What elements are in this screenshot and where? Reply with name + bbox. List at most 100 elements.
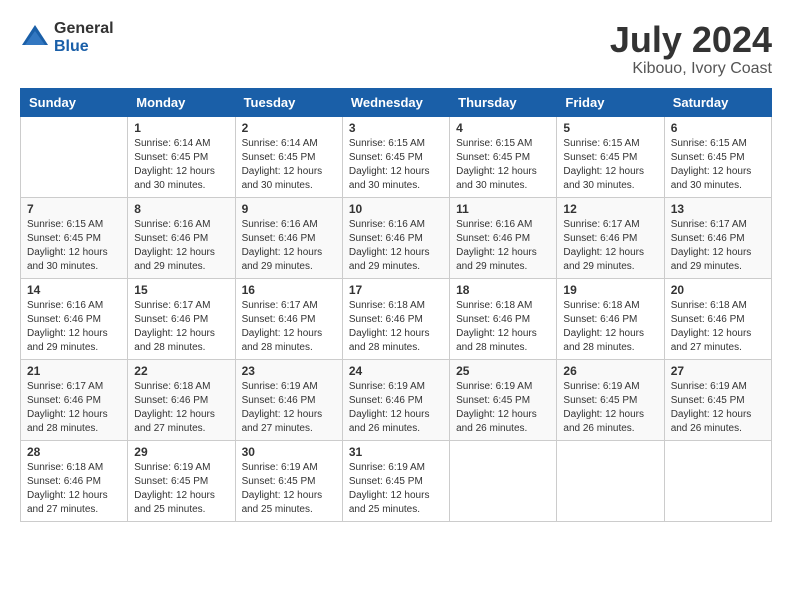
calendar-week-row: 14 Sunrise: 6:16 AM Sunset: 6:46 PM Dayli…	[21, 278, 772, 359]
day-info: Sunrise: 6:19 AM Sunset: 6:45 PM Dayligh…	[563, 380, 657, 436]
day-number: 28	[27, 445, 121, 459]
table-row: 31 Sunrise: 6:19 AM Sunset: 6:45 PM Dayli…	[342, 440, 449, 521]
day-info: Sunrise: 6:17 AM Sunset: 6:46 PM Dayligh…	[134, 299, 228, 355]
day-number: 31	[349, 445, 443, 459]
day-number: 24	[349, 364, 443, 378]
day-number: 19	[563, 283, 657, 297]
day-info: Sunrise: 6:16 AM Sunset: 6:46 PM Dayligh…	[134, 218, 228, 274]
page-header: General Blue July 2024 Kibouo, Ivory Coa…	[20, 20, 772, 78]
day-info: Sunrise: 6:16 AM Sunset: 6:46 PM Dayligh…	[242, 218, 336, 274]
day-number: 1	[134, 121, 228, 135]
table-row: 7Sunrise: 6:15 AM Sunset: 6:45 PM Daylig…	[21, 197, 128, 278]
table-row: 19 Sunrise: 6:18 AM Sunset: 6:46 PM Dayli…	[557, 278, 664, 359]
table-row	[557, 440, 664, 521]
day-info: Sunrise: 6:17 AM Sunset: 6:46 PM Dayligh…	[671, 218, 765, 274]
col-sunday: Sunday	[21, 88, 128, 116]
day-number: 22	[134, 364, 228, 378]
table-row: 4Sunrise: 6:15 AM Sunset: 6:45 PM Daylig…	[450, 116, 557, 197]
table-row: 18 Sunrise: 6:18 AM Sunset: 6:46 PM Dayli…	[450, 278, 557, 359]
day-number: 12	[563, 202, 657, 216]
day-info: Sunrise: 6:16 AM Sunset: 6:46 PM Dayligh…	[349, 218, 443, 274]
day-number: 8	[134, 202, 228, 216]
table-row: 6 Sunrise: 6:15 AM Sunset: 6:45 PM Daylig…	[664, 116, 771, 197]
logo-blue-text: Blue	[54, 38, 114, 56]
table-row: 11 Sunrise: 6:16 AM Sunset: 6:46 PM Dayli…	[450, 197, 557, 278]
table-row	[21, 116, 128, 197]
table-row: 21Sunrise: 6:17 AM Sunset: 6:46 PM Dayli…	[21, 359, 128, 440]
day-number: 25	[456, 364, 550, 378]
title-section: July 2024 Kibouo, Ivory Coast	[610, 20, 772, 78]
col-saturday: Saturday	[664, 88, 771, 116]
day-number: 16	[242, 283, 336, 297]
day-info: Sunrise: 6:17 AM Sunset: 6:46 PM Dayligh…	[242, 299, 336, 355]
table-row: 24 Sunrise: 6:19 AM Sunset: 6:46 PM Dayli…	[342, 359, 449, 440]
table-row: 28 Sunrise: 6:18 AM Sunset: 6:46 PM Dayli…	[21, 440, 128, 521]
day-info: Sunrise: 6:15 AM Sunset: 6:45 PM Dayligh…	[563, 137, 657, 193]
day-number: 13	[671, 202, 765, 216]
day-info: Sunrise: 6:19 AM Sunset: 6:46 PM Dayligh…	[242, 380, 336, 436]
day-number: 17	[349, 283, 443, 297]
day-info: Sunrise: 6:19 AM Sunset: 6:45 PM Dayligh…	[671, 380, 765, 436]
day-number: 3	[349, 121, 443, 135]
col-wednesday: Wednesday	[342, 88, 449, 116]
table-row: 22 Sunrise: 6:18 AM Sunset: 6:46 PM Dayli…	[128, 359, 235, 440]
day-info: Sunrise: 6:17 AM Sunset: 6:46 PM Dayligh…	[563, 218, 657, 274]
day-number: 23	[242, 364, 336, 378]
day-info: Sunrise: 6:16 AM Sunset: 6:46 PM Dayligh…	[27, 299, 121, 355]
calendar-week-row: 1 Sunrise: 6:14 AM Sunset: 6:45 PM Daylig…	[21, 116, 772, 197]
day-number: 27	[671, 364, 765, 378]
logo: General Blue	[20, 20, 114, 55]
calendar-week-row: 7Sunrise: 6:15 AM Sunset: 6:45 PM Daylig…	[21, 197, 772, 278]
table-row: 17 Sunrise: 6:18 AM Sunset: 6:46 PM Dayli…	[342, 278, 449, 359]
day-number: 5	[563, 121, 657, 135]
day-info: Sunrise: 6:19 AM Sunset: 6:45 PM Dayligh…	[242, 461, 336, 517]
day-number: 21	[27, 364, 121, 378]
table-row: 30 Sunrise: 6:19 AM Sunset: 6:45 PM Dayli…	[235, 440, 342, 521]
calendar-table: Sunday Monday Tuesday Wednesday Thursday…	[20, 88, 772, 522]
day-info: Sunrise: 6:16 AM Sunset: 6:46 PM Dayligh…	[456, 218, 550, 274]
day-info: Sunrise: 6:18 AM Sunset: 6:46 PM Dayligh…	[27, 461, 121, 517]
table-row: 27 Sunrise: 6:19 AM Sunset: 6:45 PM Dayli…	[664, 359, 771, 440]
day-info: Sunrise: 6:18 AM Sunset: 6:46 PM Dayligh…	[349, 299, 443, 355]
day-number: 18	[456, 283, 550, 297]
day-info: Sunrise: 6:18 AM Sunset: 6:46 PM Dayligh…	[456, 299, 550, 355]
day-info: Sunrise: 6:15 AM Sunset: 6:45 PM Dayligh…	[671, 137, 765, 193]
table-row: 13 Sunrise: 6:17 AM Sunset: 6:46 PM Dayli…	[664, 197, 771, 278]
day-number: 26	[563, 364, 657, 378]
logo-text: General Blue	[54, 20, 114, 55]
table-row: 25 Sunrise: 6:19 AM Sunset: 6:45 PM Dayli…	[450, 359, 557, 440]
table-row: 9 Sunrise: 6:16 AM Sunset: 6:46 PM Daylig…	[235, 197, 342, 278]
table-row: 10Sunrise: 6:16 AM Sunset: 6:46 PM Dayli…	[342, 197, 449, 278]
table-row: 2 Sunrise: 6:14 AM Sunset: 6:45 PM Daylig…	[235, 116, 342, 197]
month-year-title: July 2024	[610, 20, 772, 60]
day-info: Sunrise: 6:14 AM Sunset: 6:45 PM Dayligh…	[242, 137, 336, 193]
day-info: Sunrise: 6:18 AM Sunset: 6:46 PM Dayligh…	[134, 380, 228, 436]
calendar-week-row: 28 Sunrise: 6:18 AM Sunset: 6:46 PM Dayli…	[21, 440, 772, 521]
day-info: Sunrise: 6:15 AM Sunset: 6:45 PM Dayligh…	[349, 137, 443, 193]
table-row: 12 Sunrise: 6:17 AM Sunset: 6:46 PM Dayli…	[557, 197, 664, 278]
day-info: Sunrise: 6:19 AM Sunset: 6:46 PM Dayligh…	[349, 380, 443, 436]
day-info: Sunrise: 6:18 AM Sunset: 6:46 PM Dayligh…	[671, 299, 765, 355]
table-row: 16 Sunrise: 6:17 AM Sunset: 6:46 PM Dayli…	[235, 278, 342, 359]
table-row	[664, 440, 771, 521]
day-number: 11	[456, 202, 550, 216]
day-number: 2	[242, 121, 336, 135]
day-number: 20	[671, 283, 765, 297]
day-info: Sunrise: 6:19 AM Sunset: 6:45 PM Dayligh…	[349, 461, 443, 517]
day-number: 9	[242, 202, 336, 216]
day-number: 6	[671, 121, 765, 135]
day-info: Sunrise: 6:15 AM Sunset: 6:45 PM Dayligh…	[456, 137, 550, 193]
day-info: Sunrise: 6:19 AM Sunset: 6:45 PM Dayligh…	[134, 461, 228, 517]
day-info: Sunrise: 6:15 AM Sunset: 6:45 PM Dayligh…	[27, 218, 121, 274]
day-info: Sunrise: 6:14 AM Sunset: 6:45 PM Dayligh…	[134, 137, 228, 193]
day-info: Sunrise: 6:19 AM Sunset: 6:45 PM Dayligh…	[456, 380, 550, 436]
day-number: 30	[242, 445, 336, 459]
day-number: 14	[27, 283, 121, 297]
table-row: 5 Sunrise: 6:15 AM Sunset: 6:45 PM Daylig…	[557, 116, 664, 197]
day-info: Sunrise: 6:18 AM Sunset: 6:46 PM Dayligh…	[563, 299, 657, 355]
col-tuesday: Tuesday	[235, 88, 342, 116]
table-row: 26 Sunrise: 6:19 AM Sunset: 6:45 PM Dayli…	[557, 359, 664, 440]
table-row: 1 Sunrise: 6:14 AM Sunset: 6:45 PM Daylig…	[128, 116, 235, 197]
calendar-header-row: Sunday Monday Tuesday Wednesday Thursday…	[21, 88, 772, 116]
col-monday: Monday	[128, 88, 235, 116]
